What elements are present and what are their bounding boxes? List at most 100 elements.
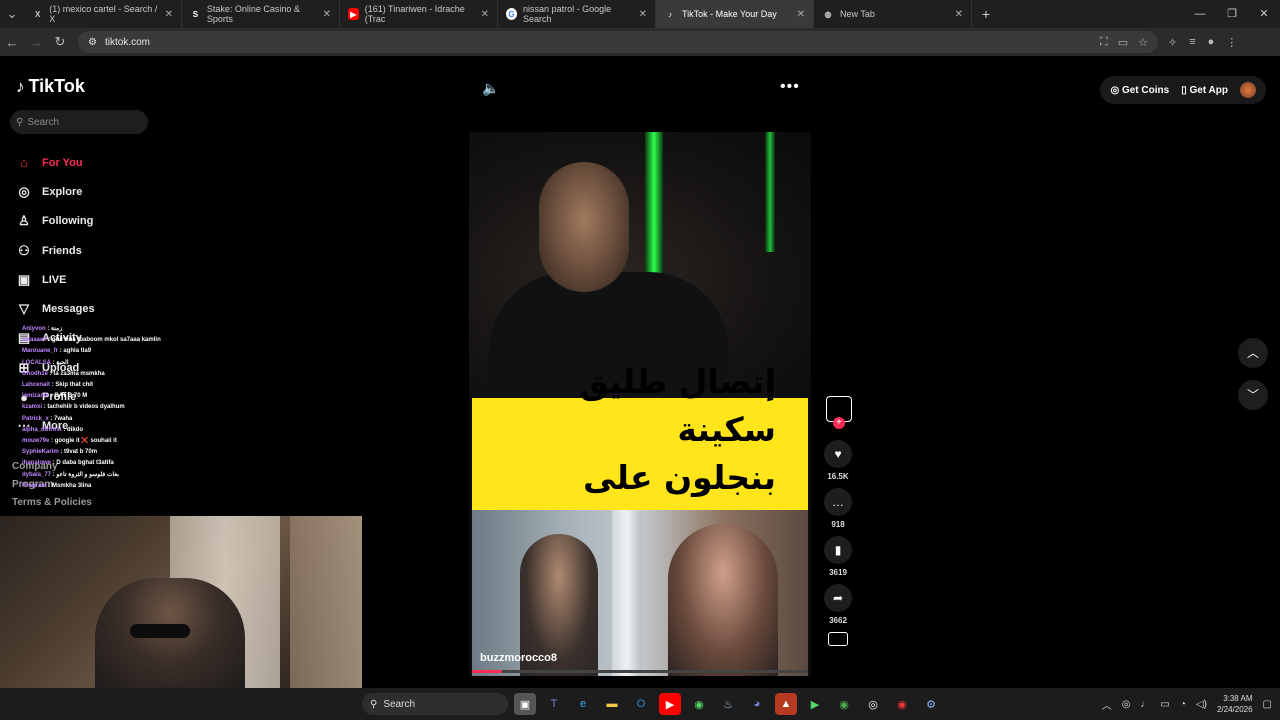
sidebar-item-live[interactable]: ▣ LIVE: [16, 265, 95, 294]
chat-user: alpha_dufrost: [22, 426, 62, 433]
tab-x-search[interactable]: X (1) mexico cartel - Search / X ✕: [24, 0, 182, 28]
heart-icon[interactable]: ♥: [824, 440, 852, 468]
close-icon[interactable]: ✕: [481, 9, 489, 20]
extensions-icon[interactable]: ✧: [1168, 36, 1177, 49]
edge-icon[interactable]: e: [572, 693, 594, 715]
save-action[interactable]: ▮ 3619: [824, 536, 852, 577]
close-icon[interactable]: ✕: [323, 9, 331, 20]
back-icon[interactable]: ←: [0, 35, 24, 50]
tab-title: nissan patrol - Google Search: [523, 4, 612, 24]
youtube-icon[interactable]: ▶: [659, 693, 681, 715]
notification-icon[interactable]: ▢: [1263, 699, 1272, 710]
tab-stake[interactable]: S Stake: Online Casino & Sports ✕: [182, 0, 340, 28]
video-caption-banner: إتصال طليق سكينة بنجلون على المباشر...: [472, 362, 808, 545]
music-action[interactable]: [828, 632, 848, 646]
close-icon[interactable]: ✕: [797, 9, 805, 20]
action-column: ♥ 16.5K … 918 ▮ 3619 ➦ 3662: [822, 440, 854, 653]
close-icon[interactable]: ✕: [639, 9, 647, 20]
outlook-icon[interactable]: O: [630, 693, 652, 715]
sidebar-item-following[interactable]: ♙ Following: [16, 207, 95, 236]
minimize-icon[interactable]: —: [1184, 0, 1216, 28]
url-text: tiktok.com: [104, 36, 150, 48]
wifi-icon[interactable]: ◔: [1180, 699, 1186, 710]
cast-icon[interactable]: ▭: [1118, 36, 1128, 49]
chat-user: dybala_77: [22, 471, 52, 478]
reload-icon[interactable]: ↻: [48, 34, 72, 50]
sidebar-item-messages[interactable]: ▽ Messages: [16, 294, 95, 323]
record-icon[interactable]: ◉: [891, 693, 913, 715]
comment-action[interactable]: … 918: [824, 488, 852, 529]
profile-avatar-icon[interactable]: ●: [1208, 36, 1215, 49]
menu-icon[interactable]: ⋮: [1226, 36, 1237, 49]
chat-msg: ghir hna tbaboom mkol sa7aaa kamlin: [52, 337, 161, 344]
discord-icon[interactable]: ◕: [746, 693, 768, 715]
forward-icon[interactable]: →: [24, 35, 48, 50]
tab-youtube[interactable]: ▶ (161) Tinariwen - Idrache (Trac ✕: [340, 0, 498, 28]
camera-icon[interactable]: [828, 632, 848, 646]
comment-count: 918: [831, 520, 845, 529]
sidebar-item-explore[interactable]: ◎ Explore: [16, 177, 95, 206]
play-icon[interactable]: ▶: [804, 693, 826, 715]
bookmark-star-icon[interactable]: ☆: [1138, 36, 1148, 49]
video-player[interactable]: إتصال طليق سكينة بنجلون على المباشر... b…: [469, 132, 811, 676]
get-app-button[interactable]: ▯ Get App: [1181, 85, 1228, 96]
new-tab-button[interactable]: +: [972, 6, 1000, 22]
file-explorer-icon[interactable]: ▬: [601, 693, 623, 715]
share-action[interactable]: ➦ 3662: [824, 584, 852, 625]
video-progress-bar[interactable]: [472, 670, 808, 673]
tab-search-icon[interactable]: ⌄: [0, 6, 24, 22]
site-info-icon[interactable]: ⚙: [88, 37, 97, 48]
chat-line: Marouane_fr : aghla tla9: [22, 348, 92, 355]
translate-icon[interactable]: ⛶: [1100, 36, 1108, 49]
obs-icon[interactable]: ◎: [862, 693, 884, 715]
settings-icon[interactable]: ⚙: [920, 693, 942, 715]
close-icon[interactable]: ✕: [955, 9, 963, 20]
comment-icon[interactable]: …: [824, 488, 852, 516]
chat-msg: ta za3ma msmkha: [53, 370, 105, 377]
sidebar-item-friends[interactable]: ⚇ Friends: [16, 236, 95, 265]
like-action[interactable]: ♥ 16.5K: [824, 440, 852, 481]
tab-google[interactable]: G nissan patrol - Google Search ✕: [498, 0, 656, 28]
nav-label: LIVE: [42, 273, 67, 286]
avatar[interactable]: [1240, 82, 1256, 98]
microphone-icon[interactable]: ♩: [1140, 699, 1150, 710]
chat-user: Aniyvon: [22, 326, 46, 332]
volume-icon[interactable]: 🔈: [482, 80, 499, 97]
previous-video-button[interactable]: ︿: [1238, 338, 1268, 368]
tray-chevron-icon[interactable]: ︿: [1102, 697, 1112, 712]
share-icon[interactable]: ➦: [824, 584, 852, 612]
tab-tiktok[interactable]: ♪ TikTok - Make Your Day ✕: [656, 0, 814, 28]
network-icon[interactable]: ▭: [1160, 699, 1169, 710]
nav-label: Explore: [42, 185, 83, 198]
restore-icon[interactable]: ❐: [1216, 0, 1248, 28]
chrome-icon[interactable]: ◉: [833, 693, 855, 715]
bookmark-icon[interactable]: ▮: [824, 536, 852, 564]
task-view-icon[interactable]: ▣: [514, 693, 536, 715]
url-field[interactable]: ⚙ tiktok.com ⛶ ▭ ☆: [78, 31, 1158, 53]
get-coins-button[interactable]: ◎ Get Coins: [1110, 85, 1169, 96]
app-icon[interactable]: ▲: [775, 693, 797, 715]
chat-msg: tachehilr b videos dyalhum: [47, 404, 125, 411]
whatsapp-icon[interactable]: ◉: [688, 693, 710, 715]
search-input[interactable]: ⚲ Search: [10, 110, 148, 134]
next-video-button[interactable]: ﹀: [1238, 380, 1268, 410]
steam-icon[interactable]: ♨: [717, 693, 739, 715]
get-coins-label: Get Coins: [1121, 84, 1170, 96]
green-light: [645, 132, 663, 282]
volume-tray-icon[interactable]: ◁): [1196, 699, 1207, 710]
sidebar-item-for-you[interactable]: ⌂ For You: [16, 148, 95, 177]
close-window-icon[interactable]: ✕: [1248, 0, 1280, 28]
more-options-icon[interactable]: •••: [780, 78, 800, 96]
follow-plus-icon[interactable]: +: [833, 417, 845, 429]
taskbar-clock[interactable]: 3:38 AM 2/24/2026: [1217, 693, 1253, 715]
tray-app-icon[interactable]: ◎: [1122, 699, 1131, 710]
footer-terms-link[interactable]: Terms & Policies: [12, 494, 92, 512]
teams-icon[interactable]: T: [543, 693, 565, 715]
close-icon[interactable]: ✕: [165, 9, 173, 20]
reading-list-icon[interactable]: ≡: [1189, 36, 1195, 49]
creator-avatar[interactable]: +: [826, 396, 852, 429]
tiktok-logo[interactable]: ♪ TikTok: [16, 76, 85, 97]
friends-icon: ⚇: [18, 242, 30, 258]
taskbar-search[interactable]: ⚲ Search: [362, 693, 508, 715]
tab-new[interactable]: ◍ New Tab ✕: [814, 0, 972, 28]
